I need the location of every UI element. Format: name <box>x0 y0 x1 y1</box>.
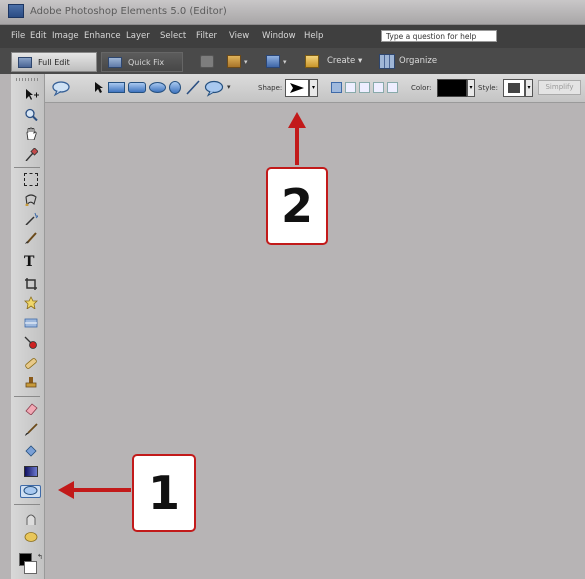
callout-2: 2 <box>266 167 328 245</box>
arrow-icon <box>58 481 131 499</box>
callout-1: 1 <box>132 454 196 532</box>
arrow-icon <box>288 112 306 165</box>
annotation-arrows <box>58 112 306 499</box>
photoshop-elements-window: Adobe Photoshop Elements 5.0 (Editor) Fi… <box>0 0 585 579</box>
